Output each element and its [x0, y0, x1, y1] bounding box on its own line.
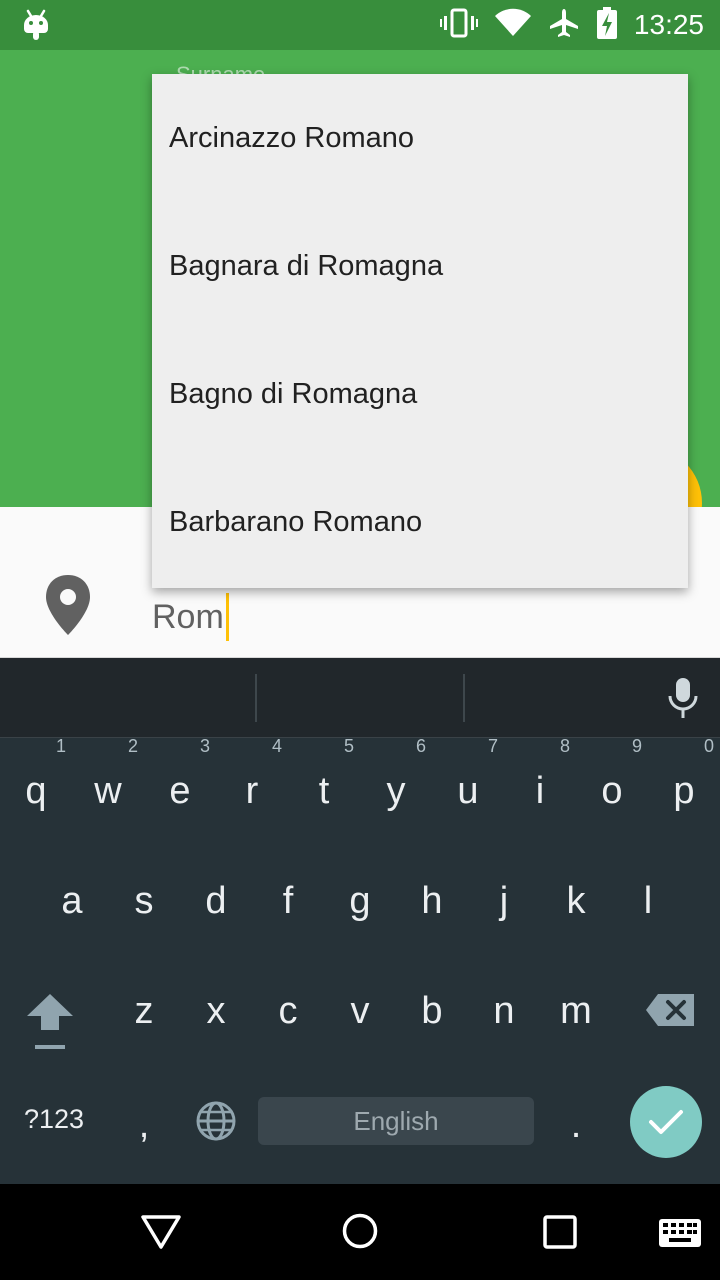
key-x[interactable]: x — [180, 990, 252, 1033]
checkmark-icon — [649, 1110, 683, 1134]
key-label: o — [601, 770, 623, 812]
key-l[interactable]: l — [612, 880, 684, 923]
backspace-key[interactable] — [634, 992, 706, 1038]
key-g[interactable]: g — [324, 880, 396, 923]
text-cursor — [225, 593, 229, 641]
key-label: q — [25, 770, 47, 812]
autocomplete-dropdown: Arcinazzo Romano Bagnara di Romagna Bagn… — [152, 74, 688, 588]
done-key[interactable] — [630, 1086, 702, 1158]
wifi-icon — [494, 8, 532, 43]
microphone-icon[interactable] — [666, 676, 700, 725]
key-label: u — [457, 770, 479, 812]
key-h[interactable]: h — [396, 880, 468, 923]
key-hint: 4 — [271, 736, 282, 756]
key-label: w — [94, 770, 122, 812]
key-o[interactable]: o9 — [576, 736, 648, 813]
suggestion-strip — [0, 658, 720, 738]
globe-icon — [196, 1101, 236, 1141]
key-j[interactable]: j — [468, 880, 540, 923]
key-label: e — [169, 770, 191, 812]
home-icon[interactable] — [342, 1213, 378, 1254]
space-bar[interactable]: English — [258, 1097, 534, 1145]
keyboard-switch-icon[interactable] — [658, 1218, 702, 1253]
dropdown-item[interactable]: Bagno di Romagna — [152, 330, 688, 458]
key-b[interactable]: b — [396, 990, 468, 1033]
language-key[interactable] — [194, 1100, 238, 1152]
key-u[interactable]: u7 — [432, 736, 504, 813]
back-icon[interactable] — [140, 1214, 182, 1255]
vibrate-icon — [439, 8, 478, 43]
key-hint: 1 — [55, 736, 66, 756]
key-label: r — [245, 770, 259, 812]
city-input[interactable]: Rom — [152, 593, 229, 641]
dropdown-item[interactable]: Arcinazzo Romano — [152, 74, 688, 202]
soft-keyboard: q1 w2 e3 r4 t5 y6 u7 i8 o9 p0 a s d f g … — [0, 658, 720, 1184]
status-time: 13:25 — [633, 9, 704, 40]
shift-icon — [27, 994, 73, 1049]
comma-key[interactable]: , — [108, 1104, 180, 1147]
airplane-icon — [548, 7, 580, 44]
city-input-value: Rom — [152, 597, 224, 636]
key-label: i — [535, 770, 545, 812]
navigation-bar — [0, 1184, 720, 1280]
key-p[interactable]: p0 — [648, 736, 720, 813]
key-i[interactable]: i8 — [504, 736, 576, 813]
dropdown-item[interactable]: Barbarano Romano — [152, 458, 688, 586]
key-hint: 8 — [559, 736, 570, 756]
key-hint: 6 — [415, 736, 426, 756]
recents-icon[interactable] — [543, 1215, 577, 1254]
key-hint: 9 — [631, 736, 642, 756]
period-key[interactable]: . — [540, 1104, 612, 1147]
key-label: t — [318, 770, 330, 812]
key-t[interactable]: t5 — [288, 736, 360, 813]
symbols-key[interactable]: ?123 — [14, 1104, 94, 1135]
key-n[interactable]: n — [468, 990, 540, 1033]
key-d[interactable]: d — [180, 880, 252, 923]
location-pin-icon — [42, 573, 94, 642]
suggestion-divider — [463, 674, 465, 722]
key-label: y — [386, 770, 406, 812]
status-bar: 13:25 — [0, 0, 720, 50]
key-s[interactable]: s — [108, 880, 180, 923]
key-w[interactable]: w2 — [72, 736, 144, 813]
key-hint: 0 — [703, 736, 714, 756]
key-f[interactable]: f — [252, 880, 324, 923]
key-z[interactable]: z — [108, 990, 180, 1033]
key-label: p — [673, 770, 695, 812]
shift-key[interactable] — [14, 990, 86, 1060]
key-hint: 2 — [127, 736, 138, 756]
key-hint: 7 — [487, 736, 498, 756]
key-y[interactable]: y6 — [360, 736, 432, 813]
key-k[interactable]: k — [540, 880, 612, 923]
key-m[interactable]: m — [540, 990, 612, 1033]
battery-charging-icon — [596, 6, 618, 44]
key-hint: 5 — [343, 736, 354, 756]
key-q[interactable]: q1 — [0, 736, 72, 813]
backspace-icon — [646, 994, 694, 1026]
key-a[interactable]: a — [36, 880, 108, 923]
key-v[interactable]: v — [324, 990, 396, 1033]
key-r[interactable]: r4 — [216, 736, 288, 813]
dropdown-item[interactable]: Bagnara di Romagna — [152, 202, 688, 330]
key-hint: 3 — [199, 736, 210, 756]
android-icon — [22, 9, 50, 46]
suggestion-divider — [255, 674, 257, 722]
key-c[interactable]: c — [252, 990, 324, 1033]
key-e[interactable]: e3 — [144, 736, 216, 813]
